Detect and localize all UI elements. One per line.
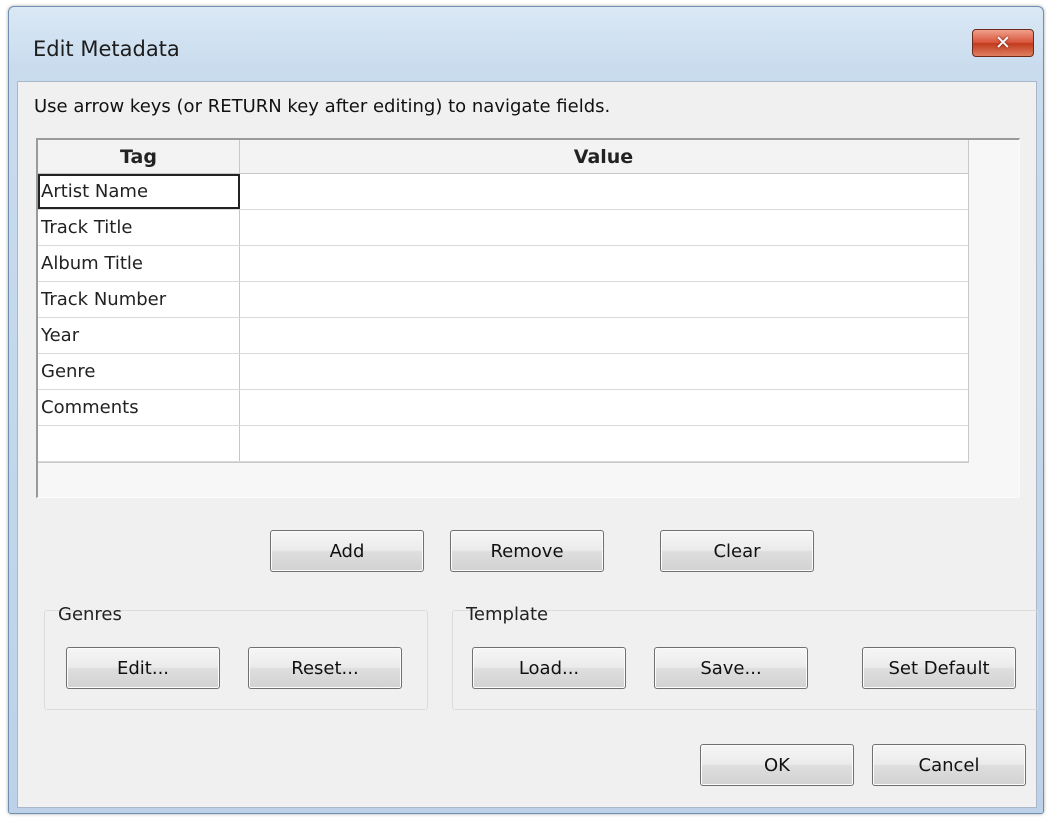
tag-cell[interactable]: Track Number	[38, 282, 240, 317]
value-cell[interactable]	[240, 246, 967, 281]
dialog-title: Edit Metadata	[33, 37, 180, 61]
value-cell[interactable]	[240, 426, 967, 461]
value-cell[interactable]	[240, 390, 967, 425]
reset-genres-button[interactable]: Reset...	[248, 647, 402, 689]
tag-cell[interactable]: Genre	[38, 354, 240, 389]
value-cell[interactable]	[240, 354, 967, 389]
table-row[interactable]: Year	[38, 318, 968, 354]
save-template-button[interactable]: Save...	[654, 647, 808, 689]
tag-cell[interactable]: Artist Name	[38, 174, 240, 209]
edit-metadata-dialog: Edit Metadata ✕ Use arrow keys (or RETUR…	[8, 6, 1044, 814]
add-button[interactable]: Add	[270, 530, 424, 572]
table-row[interactable]: Genre	[38, 354, 968, 390]
clear-button[interactable]: Clear	[660, 530, 814, 572]
value-cell[interactable]	[240, 210, 967, 245]
column-header-value[interactable]: Value	[240, 140, 967, 173]
table-row[interactable]: Album Title	[38, 246, 968, 282]
genres-label: Genres	[58, 604, 122, 625]
close-button[interactable]: ✕	[972, 29, 1034, 57]
table-row[interactable]: Comments	[38, 390, 968, 426]
tag-cell[interactable]	[38, 426, 240, 461]
metadata-grid: Tag Value Artist Name Track Title Album …	[38, 140, 969, 463]
tag-cell[interactable]: Track Title	[38, 210, 240, 245]
close-icon: ✕	[995, 32, 1011, 54]
tag-cell[interactable]: Comments	[38, 390, 240, 425]
metadata-grid-frame[interactable]: Tag Value Artist Name Track Title Album …	[36, 138, 1020, 498]
edit-genres-button[interactable]: Edit...	[66, 647, 220, 689]
table-row[interactable]: Track Title	[38, 210, 968, 246]
dialog-body: Use arrow keys (or RETURN key after edit…	[17, 81, 1038, 808]
remove-button[interactable]: Remove	[450, 530, 604, 572]
ok-button[interactable]: OK	[700, 744, 854, 786]
table-row[interactable]	[38, 426, 968, 462]
grid-header: Tag Value	[38, 140, 968, 174]
template-label: Template	[466, 604, 549, 625]
value-cell[interactable]	[240, 282, 967, 317]
column-header-tag[interactable]: Tag	[38, 140, 240, 173]
set-default-button[interactable]: Set Default	[862, 647, 1016, 689]
tag-cell[interactable]: Album Title	[38, 246, 240, 281]
instruction-text: Use arrow keys (or RETURN key after edit…	[34, 96, 611, 117]
value-cell[interactable]	[240, 174, 967, 209]
load-template-button[interactable]: Load...	[472, 647, 626, 689]
value-cell[interactable]	[240, 318, 967, 353]
tag-cell[interactable]: Year	[38, 318, 240, 353]
table-row[interactable]: Track Number	[38, 282, 968, 318]
cancel-button[interactable]: Cancel	[872, 744, 1026, 786]
table-row[interactable]: Artist Name	[38, 174, 968, 210]
